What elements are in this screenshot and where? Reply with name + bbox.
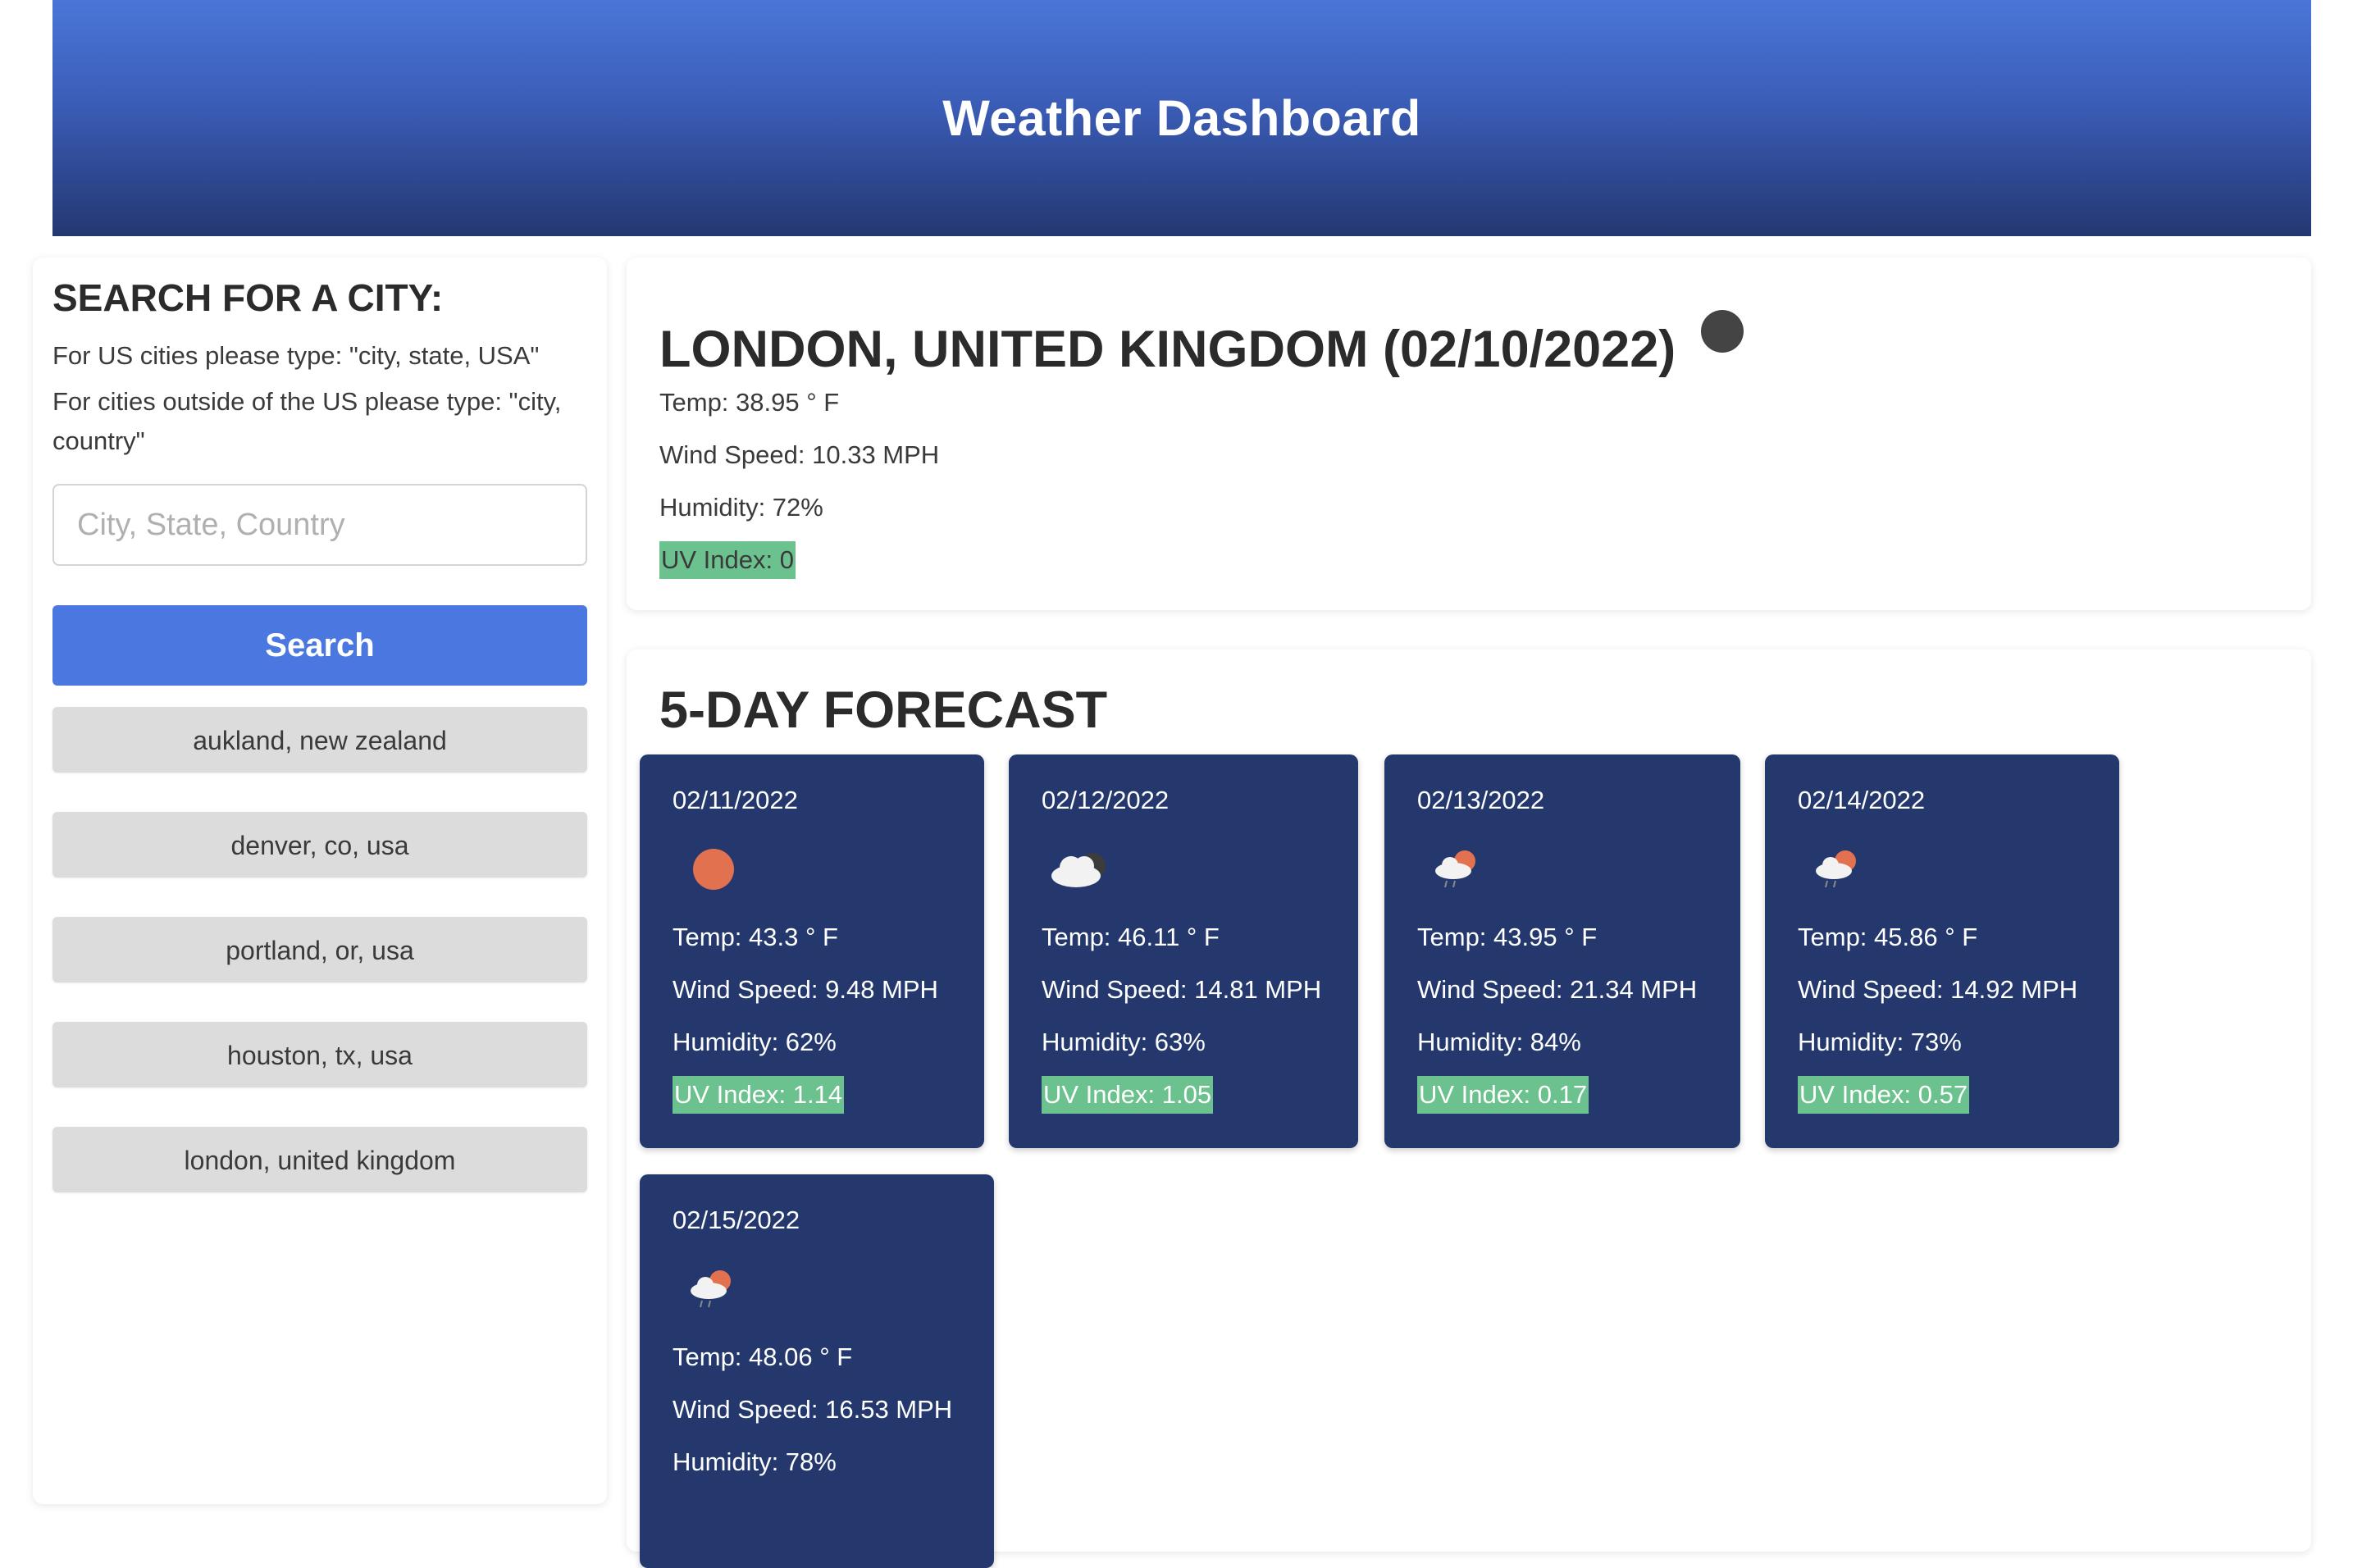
forecast-temp: Temp: 46.11 ° F [1042,923,1220,951]
current-humidity: Humidity: 72% [659,493,823,522]
forecast-date: 02/13/2022 [1417,786,1545,814]
forecast-uv: UV Index: 1.14 [673,1076,845,1114]
city-search-input[interactable] [52,484,587,566]
forecast-card: 02/14/2022 Temp: 45.86 ° F Wind Speed: 1… [1765,754,2119,1148]
forecast-temp: Temp: 43.3 ° F [673,923,838,951]
forecast-humidity: Humidity: 78% [673,1447,837,1476]
current-uv: UV Index: 0 [659,541,796,579]
page-title: Weather Dashboard [942,90,1421,146]
rain-sun-icon [1435,850,1475,888]
forecast-wind: Wind Speed: 14.81 MPH [1042,975,1322,1004]
cloudy-icon [1051,853,1106,887]
forecast-humidity: Humidity: 84% [1417,1028,1581,1056]
forecast-wind: Wind Speed: 21.34 MPH [1417,975,1698,1004]
uv-index-badge: UV Index: 0.57 [1798,1076,1970,1114]
forecast-temp: Temp: 48.06 ° F [673,1342,853,1371]
forecast-temp: Temp: 43.95 ° F [1417,923,1598,951]
current-wind: Wind Speed: 10.33 MPH [659,440,940,469]
forecast-date: 02/14/2022 [1798,786,1926,814]
search-button[interactable]: Search [52,605,587,686]
forecast-wind: Wind Speed: 14.92 MPH [1798,975,2078,1004]
forecast-title: 5-DAY FORECAST [659,681,1108,739]
history-button-portland[interactable]: portland, or, usa [52,917,587,982]
current-city-title: LONDON, UNITED KINGDOM (02/10/2022) [659,321,1676,378]
app-header: Weather Dashboard [52,0,2311,236]
forecast-uv: UV Index: 0.17 [1417,1076,1589,1114]
search-heading: SEARCH FOR A CITY: [52,276,444,319]
uv-index-badge: UV Index: 0.17 [1417,1076,1589,1114]
forecast-uv: UV Index: 1.05 [1042,1076,1214,1114]
history-button-houston[interactable]: houston, tx, usa [52,1022,587,1087]
forecast-humidity: Humidity: 62% [673,1028,837,1056]
forecast-humidity: Humidity: 73% [1798,1028,1962,1056]
history-button-london[interactable]: london, united kingdom [52,1127,587,1192]
forecast-wind: Wind Speed: 16.53 MPH [673,1395,953,1424]
moon-icon [1701,310,1744,353]
sun-icon [693,849,734,890]
forecast-card: 02/13/2022 Temp: 43.95 ° F Wind Speed: 2… [1384,754,1740,1148]
forecast-card: 02/11/2022 Temp: 43.3 ° F Wind Speed: 9.… [640,754,984,1148]
forecast-card: 02/15/2022 Temp: 48.06 ° F Wind Speed: 1… [640,1174,994,1568]
forecast-uv: UV Index: 0.57 [1798,1076,1970,1114]
rain-sun-icon [691,1270,731,1308]
intl-city-hint: For cities outside of the US please type… [52,387,562,455]
forecast-wind: Wind Speed: 9.48 MPH [673,975,938,1004]
forecast-humidity: Humidity: 63% [1042,1028,1206,1056]
forecast-temp: Temp: 45.86 ° F [1798,923,1978,951]
uv-index-badge: UV Index: 1.05 [1042,1076,1214,1114]
rain-sun-icon [1816,850,1856,888]
us-city-hint: For US cities please type: "city, state,… [52,341,540,370]
forecast-date: 02/12/2022 [1042,786,1170,814]
forecast-date: 02/11/2022 [673,786,798,814]
history-button-denver[interactable]: denver, co, usa [52,812,587,877]
history-button-aukland[interactable]: aukland, new zealand [52,707,587,773]
forecast-card: 02/12/2022 Temp: 46.11 ° F Wind Speed: 1… [1009,754,1358,1148]
uv-index-badge: UV Index: 0 [659,541,796,579]
current-temp: Temp: 38.95 ° F [659,388,840,417]
uv-index-badge: UV Index: 1.14 [673,1076,845,1114]
forecast-date: 02/15/2022 [673,1206,800,1234]
search-sidebar: SEARCH FOR A CITY: For US cities please … [33,258,607,1504]
current-weather-card: LONDON, UNITED KINGDOM (02/10/2022) Temp… [627,258,2311,610]
forecast-panel: 5-DAY FORECAST 02/11/2022 Temp: 43.3 ° F… [627,650,2311,1568]
